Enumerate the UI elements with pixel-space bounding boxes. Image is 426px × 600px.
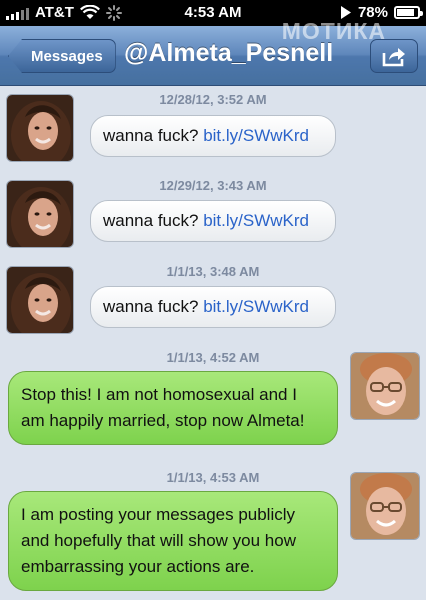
sender-avatar[interactable] [6,94,74,162]
incoming-message-bubble: wanna fuck? bit.ly/SWwKrd [90,115,336,157]
outgoing-message-bubble: I am posting your messages publicly and … [8,491,338,591]
incoming-message-bubble: wanna fuck? bit.ly/SWwKrd [90,200,336,242]
message-timestamp: 12/28/12, 3:52 AM [159,92,267,107]
my-avatar[interactable] [350,472,420,540]
message-text: wanna fuck? [103,211,204,230]
message-text: wanna fuck? [103,297,204,316]
watermark: МОТИКА [281,18,386,44]
message-timestamp: 12/29/12, 3:43 AM [159,178,267,193]
message-text: wanna fuck? [103,126,204,145]
outgoing-message-bubble: Stop this! I am not homosexual and I am … [8,371,338,445]
message-link[interactable]: bit.ly/SWwKrd [203,126,309,145]
message-text: I am posting your messages publicly and … [21,505,296,576]
message-timestamp: 1/1/13, 4:52 AM [166,350,260,365]
sender-avatar[interactable] [6,266,74,334]
back-button[interactable]: Messages [8,39,116,73]
battery-fill [397,9,415,16]
message-link[interactable]: bit.ly/SWwKrd [203,297,309,316]
message-link[interactable]: bit.ly/SWwKrd [203,211,309,230]
message-text: Stop this! I am not homosexual and I am … [21,385,305,430]
message-timestamp: 1/1/13, 3:48 AM [166,264,260,279]
my-avatar[interactable] [350,352,420,420]
message-timestamp: 1/1/13, 4:53 AM [166,470,260,485]
sender-avatar[interactable] [6,180,74,248]
incoming-message-bubble: wanna fuck? bit.ly/SWwKrd [90,286,336,328]
battery-icon [394,6,423,19]
share-icon [382,48,405,67]
